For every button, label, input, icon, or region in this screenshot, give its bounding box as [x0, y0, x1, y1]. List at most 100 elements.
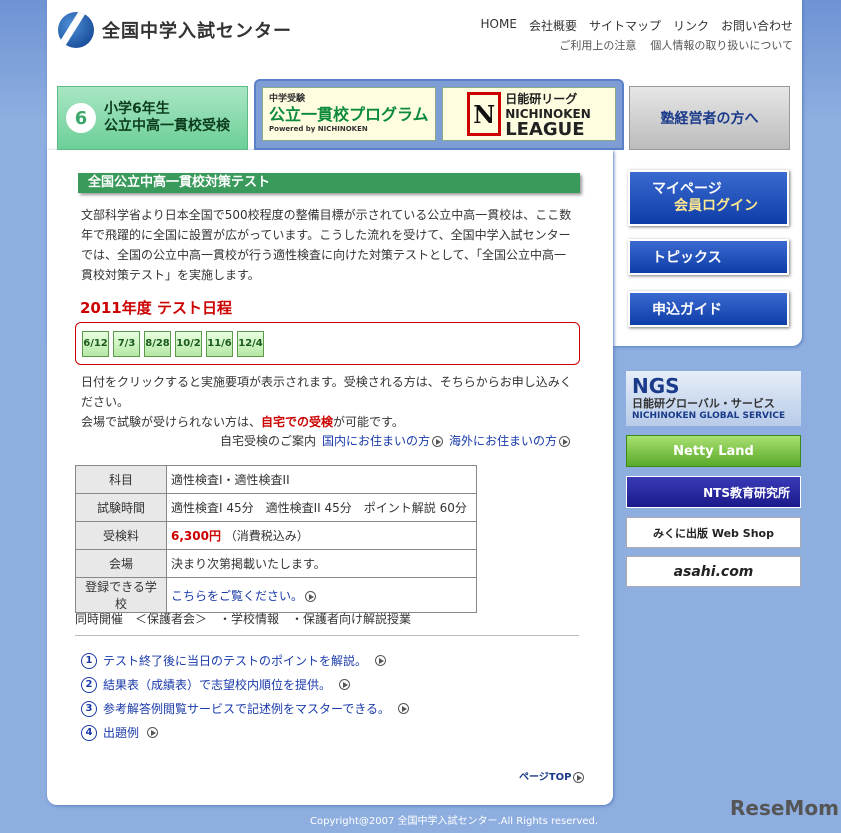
banner-program[interactable]: 中学受験 公立一貫校プログラム Powered by NICHINOKEN — [262, 87, 436, 141]
fee-header: 受検料 — [75, 521, 167, 550]
point-text: 出題例 — [103, 726, 140, 740]
school-link[interactable]: こちらをご覧ください。 — [171, 589, 303, 603]
mypage-login-button[interactable]: マイページ 会員ログイン — [628, 170, 789, 226]
date-button[interactable]: 11/6 — [206, 330, 233, 357]
arrow-right-icon — [432, 436, 444, 447]
ngs-english: NICHINOKEN GLOBAL SERVICE — [632, 410, 786, 421]
date-button[interactable]: 7/3 — [113, 330, 140, 357]
point-item[interactable]: 4 出題例 — [81, 724, 409, 741]
date-button[interactable]: 10/2 — [175, 330, 202, 357]
banner-program-title: 公立一貫校プログラム — [269, 104, 429, 124]
arrow-right-icon — [375, 655, 387, 666]
point-item[interactable]: 3 参考解答例閲覧サービスで記述例をマスターできる。 — [81, 700, 410, 717]
school-value: こちらをご覧ください。 — [166, 577, 477, 613]
table-row: 科目 適性検査I・適性検査II — [75, 465, 477, 494]
arrow-right-icon — [339, 679, 351, 690]
link-domestic[interactable]: 国内にお住まいの方 — [322, 432, 444, 449]
table-row: 受検料 6,300円 （消費税込み） — [75, 521, 477, 550]
ngs-subtitle: 日能研グローバル・サービス — [632, 396, 775, 410]
page-top-link[interactable]: ページTOP — [519, 768, 585, 783]
number-circle-icon: 2 — [81, 676, 97, 693]
table-row: 会場 決まり次第掲載いたします。 — [75, 549, 477, 578]
ngs-banner[interactable]: NGS 日能研グローバル・サービス NICHINOKEN GLOBAL SERV… — [626, 371, 801, 426]
banner-juku-owners[interactable]: 塾経営者の方へ — [629, 86, 790, 150]
banner-grade6-line2: 公立中高一貫校受検 — [104, 118, 230, 134]
home-test-label: 自宅受検のご案内 — [220, 434, 317, 448]
nav-links[interactable]: リンク — [673, 17, 709, 34]
home-test-links: 自宅受検のご案内 国内にお住まいの方 海外にお住まいの方 — [220, 432, 571, 449]
arrow-right-icon — [147, 727, 159, 738]
site-name: 全国中学入試センター — [102, 21, 292, 42]
note-home-post: が可能です。 — [333, 415, 404, 429]
nav-home[interactable]: HOME — [481, 17, 517, 34]
nts-banner[interactable]: NTS教育研究所 — [626, 476, 801, 508]
note-home-pre: 会場で試験が受けられない方は、 — [81, 415, 262, 429]
nav-privacy[interactable]: 個人情報の取り扱いについて — [650, 37, 793, 53]
date-button[interactable]: 12/4 — [237, 330, 264, 357]
time-header: 試験時間 — [75, 493, 167, 522]
point-item[interactable]: 1 テスト終了後に当日のテストのポイントを解説。 — [81, 652, 409, 669]
banner-grade6-line1: 小学6年生 — [104, 101, 170, 117]
number-circle-icon: 4 — [81, 724, 97, 741]
point-text: 参考解答例閲覧サービスで記述例をマスターできる。 — [103, 702, 391, 716]
nav-contact[interactable]: お問い合わせ — [721, 17, 793, 34]
table-row: 登録できる学校 こちらをご覧ください。 — [75, 577, 477, 613]
nav-terms[interactable]: ご利用上の注意 — [559, 37, 636, 53]
topics-button[interactable]: トピックス — [628, 239, 789, 275]
asahi-banner[interactable]: asahi.com — [626, 556, 801, 587]
link-overseas[interactable]: 海外にお住まいの方 — [449, 432, 571, 449]
note-home-red: 自宅での受検 — [261, 415, 334, 429]
banner-program-powered: Powered by NICHINOKEN — [269, 124, 368, 133]
login-label: 会員ログイン — [674, 198, 758, 214]
banner-league[interactable]: N 日能研リーグ NICHINOKEN LEAGUE — [442, 87, 616, 141]
ngs-title: NGS — [632, 373, 680, 398]
intro-text: 文部科学省より日本全国で500校程度の整備目標が示されている公立中高一貫校は、こ… — [81, 208, 572, 282]
fee-note: （消費税込み） — [224, 529, 309, 543]
table-row: 試験時間 適性検査I 45分 適性検査II 45分 ポイント解説 60分 — [75, 493, 477, 522]
point-item[interactable]: 2 結果表（成績表）で志望校内順位を提供。 — [81, 676, 409, 693]
nav-sitemap[interactable]: サイトマップ — [589, 17, 661, 34]
concurrent-events: 同時開催 ＜保護者会＞ ・学校情報 ・保護者向け解説授業 — [75, 612, 412, 626]
time-value: 適性検査I 45分 適性検査II 45分 ポイント解説 60分 — [166, 493, 477, 522]
mikuni-shop-banner[interactable]: みくに出版 Web Shop — [626, 517, 801, 548]
fee-price: 6,300円 — [171, 529, 221, 543]
note-click-dates: 日付をクリックすると実施要項が表示されます。受検される方は、そちらからお申し込み… — [81, 375, 572, 409]
date-button[interactable]: 6/12 — [82, 330, 109, 357]
subject-header: 科目 — [75, 465, 167, 494]
league-logo-icon: N — [467, 92, 502, 136]
top-nav: HOME 会社概要 サイトマップ リンク お問い合わせ — [481, 17, 793, 34]
logo-icon — [58, 12, 94, 48]
banner-grade6[interactable]: 6 小学6年生 公立中高一貫校受検 — [57, 86, 248, 150]
arrow-up-icon — [573, 771, 585, 783]
divider — [75, 635, 579, 636]
sub-nav: ご利用上の注意 個人情報の取り扱いについて — [559, 37, 793, 53]
date-list: 6/12 7/3 8/28 10/2 11/6 12/4 — [75, 322, 580, 365]
point-text: テスト終了後に当日のテストのポイントを解説。 — [103, 654, 368, 668]
subject-value: 適性検査I・適性検査II — [166, 465, 477, 494]
venue-header: 会場 — [75, 549, 167, 578]
test-info-table: 科目 適性検査I・適性検査II 試験時間 適性検査I 45分 適性検査II 45分 … — [75, 465, 477, 613]
section-title: 全国公立中高一貫校対策テスト — [78, 173, 580, 193]
arrow-right-icon — [305, 590, 317, 602]
mypage-label: マイページ — [652, 181, 722, 197]
feature-points: 1 テスト終了後に当日のテストのポイントを解説。 2 結果表（成績表）で志望校内順位… — [81, 652, 410, 741]
page-top-label: ページTOP — [519, 772, 572, 783]
date-button[interactable]: 8/28 — [144, 330, 171, 357]
copyright: Copyright@2007 全国中学入試センター.All Rights res… — [310, 816, 599, 827]
schedule-title: 2011年度 テスト日程 — [80, 299, 232, 317]
netty-land-banner[interactable]: Netty Land — [626, 435, 801, 467]
league-line1: 日能研リーグ — [505, 91, 578, 106]
watermark: ReseMom — [730, 796, 839, 820]
site-logo[interactable]: 全国中学入試センター — [58, 12, 292, 48]
number-circle-icon: 1 — [81, 652, 97, 669]
arrow-right-icon — [398, 703, 410, 714]
nav-company[interactable]: 会社概要 — [529, 17, 577, 34]
date-note: 日付をクリックすると実施要項が表示されます。受検される方は、そちらからお申し込み… — [81, 372, 577, 432]
grade-number-badge: 6 — [66, 103, 96, 133]
school-header: 登録できる学校 — [75, 577, 167, 613]
link-domestic-label: 国内にお住まいの方 — [322, 434, 431, 448]
venue-value: 決まり次第掲載いたします。 — [166, 549, 477, 578]
league-line3: LEAGUE — [505, 118, 585, 140]
number-circle-icon: 3 — [81, 700, 97, 717]
guide-button[interactable]: 申込ガイド — [628, 291, 789, 327]
